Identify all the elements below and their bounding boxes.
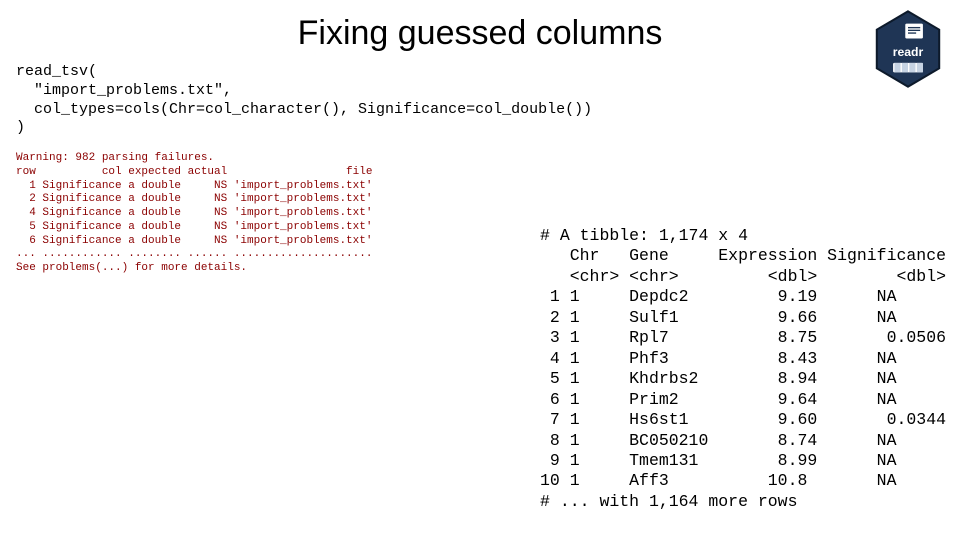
warning-line: 4 Significance a double NS 'import_probl… [16,207,372,219]
code-line: col_types=cols(Chr=col_character(), Sign… [16,101,592,118]
tibble-output: # A tibble: 1,174 x 4 Chr Gene Expressio… [540,226,946,512]
readr-logo-label: readr [893,45,924,59]
table-row: 6 1 Prim2 9.64 NA [540,390,896,409]
table-row: 2 1 Sulf1 9.66 NA [540,308,896,327]
slide: readr Fixing guessed columns read_tsv( "… [0,0,960,540]
table-row: 10 1 Aff3 10.8 NA [540,471,896,490]
table-row: 8 1 BC050210 8.74 NA [540,431,896,450]
code-line: read_tsv( [16,63,97,80]
code-line: ) [16,119,25,136]
table-row: 1 1 Depdc2 9.19 NA [540,287,896,306]
tibble-coltypes: <chr> <chr> <dbl> <dbl> [540,267,946,286]
warning-line: row col expected actual file [16,166,372,178]
warning-line: 6 Significance a double NS 'import_probl… [16,235,372,247]
readr-hex-logo: readr [874,10,942,88]
warning-line: 5 Significance a double NS 'import_probl… [16,221,372,233]
code-block: read_tsv( "import_problems.txt", col_typ… [16,63,944,138]
tibble-footer: # ... with 1,164 more rows [540,492,797,511]
table-row: 4 1 Phf3 8.43 NA [540,349,896,368]
table-row: 3 1 Rpl7 8.75 0.0506 [540,328,946,347]
warning-line: 1 Significance a double NS 'import_probl… [16,180,372,192]
code-line: "import_problems.txt", [16,82,232,99]
warning-line: See problems(...) for more details. [16,262,247,274]
table-row: 9 1 Tmem131 8.99 NA [540,451,896,470]
warning-line: ... ............ ........ ...... .......… [16,248,372,260]
slide-title: Fixing guessed columns [16,14,944,53]
warning-line: 2 Significance a double NS 'import_probl… [16,193,372,205]
tibble-colnames: Chr Gene Expression Significance [540,246,946,265]
table-row: 7 1 Hs6st1 9.60 0.0344 [540,410,946,429]
warning-line: Warning: 982 parsing failures. [16,152,214,164]
table-row: 5 1 Khdrbs2 8.94 NA [540,369,896,388]
tibble-header: # A tibble: 1,174 x 4 [540,226,748,245]
